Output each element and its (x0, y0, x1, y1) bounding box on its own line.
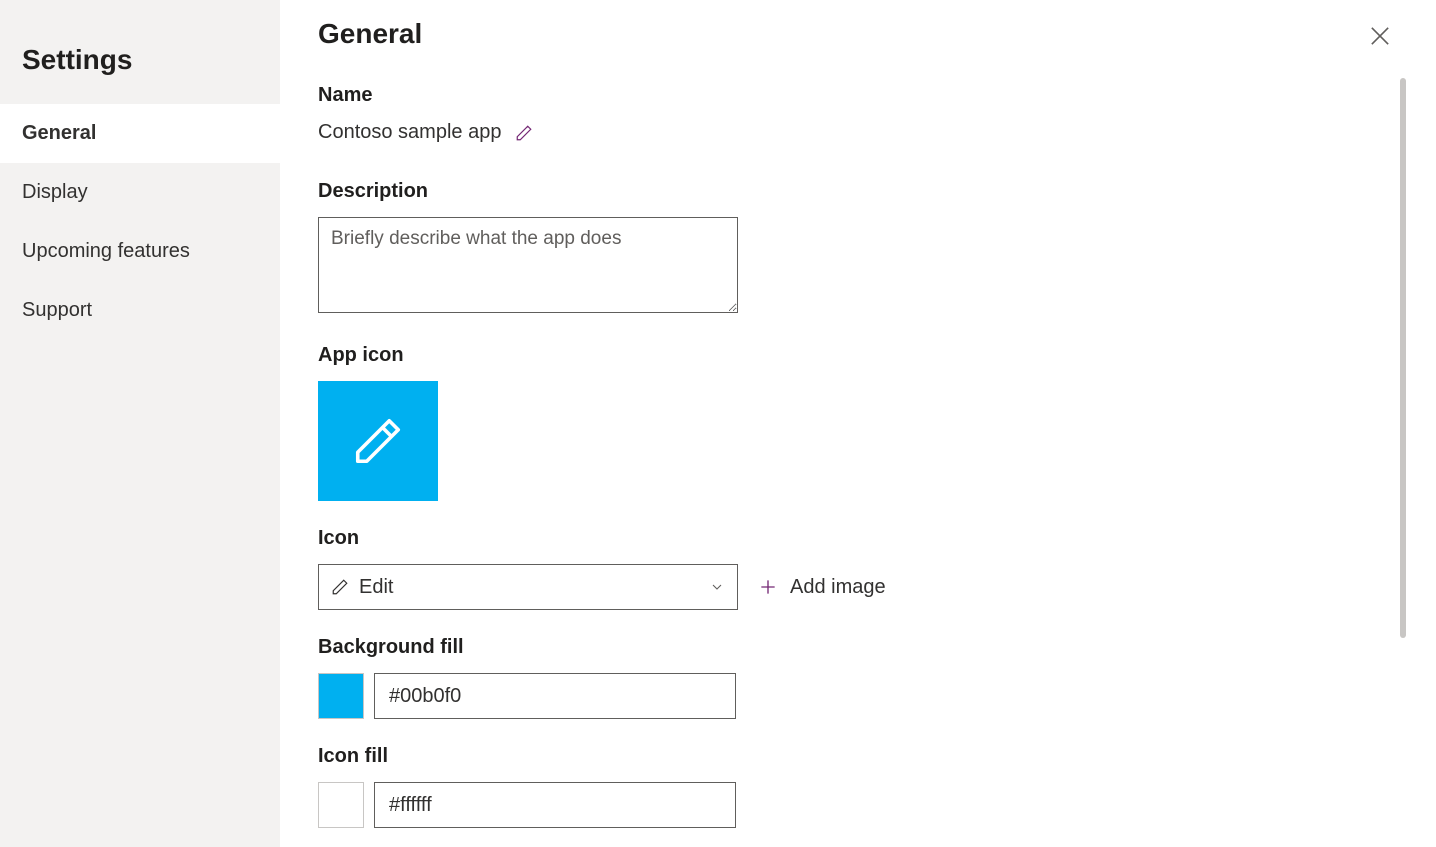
page-title: General (318, 18, 1398, 50)
app-icon-label: App icon (318, 344, 1398, 367)
icon-fill-label: Icon fill (318, 745, 1398, 768)
sidebar-item-general[interactable]: General (0, 104, 280, 163)
description-label: Description (318, 180, 1398, 203)
description-input[interactable] (318, 217, 738, 313)
app-icon-tile[interactable] (318, 381, 438, 501)
add-image-label: Add image (790, 576, 886, 599)
sidebar-item-label: Upcoming features (22, 240, 190, 262)
icon-fill-swatch[interactable] (318, 782, 364, 828)
sidebar-item-upcoming-features[interactable]: Upcoming features (0, 222, 280, 281)
icon-fill-section: Icon fill (318, 745, 1398, 828)
sidebar-title: Settings (0, 0, 280, 104)
scrollbar-thumb[interactable] (1400, 78, 1406, 638)
name-label: Name (318, 84, 1398, 107)
edit-name-icon[interactable] (515, 124, 533, 142)
settings-sidebar: Settings General Display Upcoming featur… (0, 0, 280, 847)
description-section: Description (318, 180, 1398, 318)
sidebar-item-support[interactable]: Support (0, 281, 280, 340)
background-fill-swatch[interactable] (318, 673, 364, 719)
main-content: General Name Contoso sample app Descript… (280, 0, 1436, 847)
plus-icon (758, 577, 778, 597)
sidebar-item-label: Display (22, 181, 88, 203)
icon-fill-input[interactable] (374, 782, 736, 828)
sidebar-item-label: Support (22, 299, 92, 321)
close-icon[interactable] (1366, 22, 1394, 50)
app-icon-section: App icon (318, 344, 1398, 501)
background-fill-section: Background fill (318, 636, 1398, 719)
sidebar-item-label: General (22, 122, 96, 144)
add-image-button[interactable]: Add image (758, 576, 886, 599)
icon-fill-row (318, 782, 1398, 828)
pencil-icon (331, 578, 349, 596)
name-value: Contoso sample app (318, 121, 501, 144)
background-fill-row (318, 673, 1398, 719)
name-section: Name Contoso sample app (318, 84, 1398, 144)
background-fill-input[interactable] (374, 673, 736, 719)
icon-dropdown-label: Edit (359, 576, 699, 599)
name-row: Contoso sample app (318, 121, 1398, 144)
sidebar-item-display[interactable]: Display (0, 163, 280, 222)
icon-dropdown[interactable]: Edit (318, 564, 738, 610)
background-fill-label: Background fill (318, 636, 1398, 659)
pencil-icon (351, 414, 405, 468)
icon-label: Icon (318, 527, 1398, 550)
chevron-down-icon (709, 579, 725, 595)
icon-section: Icon Edit Add image (318, 527, 1398, 610)
icon-row: Edit Add image (318, 564, 1398, 610)
